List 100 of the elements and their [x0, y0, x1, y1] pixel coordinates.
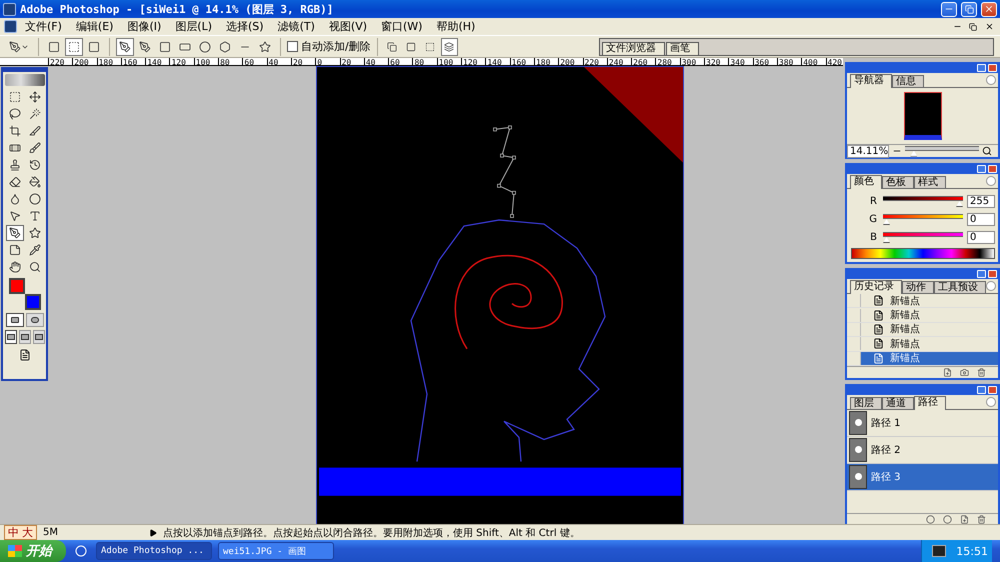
panel-tab[interactable]: 工具预设	[934, 281, 986, 293]
path-item[interactable]: 路径 1	[847, 410, 998, 437]
panel-tab[interactable]: 路径	[914, 396, 946, 410]
panel-tab[interactable]: 导航器	[850, 74, 892, 88]
circle-icon[interactable]	[943, 514, 952, 524]
value-field[interactable]: 0	[967, 231, 995, 244]
background-color-swatch[interactable]	[24, 294, 40, 310]
ruler-label: 140	[145, 58, 170, 65]
menu-item[interactable]: 文件(F)	[19, 19, 68, 34]
minimize-button[interactable]	[977, 64, 986, 72]
taskbar-task[interactable]: Adobe Photoshop ...	[96, 542, 212, 560]
close-button[interactable]	[988, 386, 997, 394]
history-item[interactable]: 新锚点	[847, 352, 998, 366]
stamp-icon	[8, 159, 20, 171]
zoom-in-icon[interactable]	[982, 146, 992, 156]
auto-add-checkbox[interactable]: 自动添加/删除	[287, 39, 371, 54]
value-field[interactable]: 0	[967, 213, 995, 226]
droplet-icon	[8, 193, 20, 205]
slider-thumb[interactable]	[956, 201, 963, 207]
mask-mode-button[interactable]	[6, 313, 24, 327]
ime-button[interactable]: 大	[22, 525, 33, 540]
menu-item[interactable]: 图像(I)	[121, 19, 168, 34]
menu-item[interactable]: 选择(S)	[220, 19, 270, 34]
trash-icon[interactable]	[977, 368, 986, 377]
zoom-icon	[28, 261, 40, 273]
ruler-label: 220	[48, 58, 72, 65]
ruler-label: 20	[340, 58, 364, 65]
text-tool-icon	[28, 210, 40, 222]
panel-menu-button[interactable]	[986, 396, 996, 407]
menu-item[interactable]: 编辑(E)	[70, 19, 120, 34]
knife-icon	[28, 125, 40, 137]
panel-tab[interactable]: 颜色	[850, 175, 882, 189]
ruler-label: 360	[752, 58, 777, 65]
path-operation-button[interactable]	[440, 38, 458, 56]
eraser-icon	[8, 176, 20, 188]
ime-button[interactable]: 中	[8, 525, 19, 540]
panel-tab[interactable]: 信息	[892, 75, 924, 87]
tray-icon[interactable]	[932, 545, 946, 557]
palette-well-tab[interactable]: 画笔	[666, 42, 699, 54]
navigator-thumbnail	[904, 92, 942, 140]
panel-tab[interactable]: 样式	[914, 176, 946, 188]
slider-thumb[interactable]	[883, 237, 890, 243]
color-spectrum[interactable]	[851, 248, 995, 259]
menu-item[interactable]: 视图(V)	[322, 19, 374, 34]
eyedropper-icon	[28, 244, 40, 256]
history-item[interactable]: 新锚点	[847, 308, 998, 323]
screen-mode-button[interactable]	[18, 330, 30, 344]
minimize-button[interactable]	[941, 2, 957, 16]
circle-icon[interactable]	[926, 514, 935, 524]
dashed-square-icon	[68, 40, 80, 52]
screen-mode-button[interactable]	[32, 330, 44, 344]
slider-thumb[interactable]	[883, 219, 890, 225]
panel-tab[interactable]: 通道	[882, 396, 914, 409]
panel-menu-button[interactable]	[986, 75, 996, 85]
mask-mode-button[interactable]	[26, 313, 44, 327]
path-thumbnail	[849, 410, 867, 435]
mode-button[interactable]	[65, 38, 83, 56]
panel-tab[interactable]: 动作	[902, 281, 934, 293]
star-icon	[28, 227, 40, 239]
minimize-button[interactable]	[977, 165, 986, 173]
minimize-button[interactable]	[977, 270, 986, 278]
panel-menu-button[interactable]	[986, 176, 996, 186]
menu-item[interactable]: 滤镜(T)	[272, 19, 321, 34]
tool-button[interactable]	[6, 225, 24, 241]
zoom-field[interactable]: 14.11%	[847, 144, 889, 158]
menu-item[interactable]: 帮助(H)	[430, 19, 482, 34]
document-icon	[873, 338, 884, 350]
new-path-icon[interactable]	[960, 514, 969, 524]
minimize-button[interactable]	[977, 386, 986, 394]
panel-tab[interactable]: 历史记录	[850, 280, 902, 294]
restore-button[interactable]	[961, 2, 977, 16]
path-item[interactable]: 路径 3	[847, 464, 998, 491]
history-item[interactable]: 新锚点	[847, 337, 998, 352]
channel-label: R	[869, 196, 878, 207]
pen-icon	[8, 227, 20, 239]
screen-mode-button[interactable]	[4, 330, 16, 344]
ruler-label: 160	[120, 58, 146, 65]
ruler-label: 40	[266, 58, 291, 65]
menu-item[interactable]: 窗口(W)	[375, 19, 428, 34]
trash-icon[interactable]	[977, 514, 986, 524]
app-logo-icon	[3, 2, 16, 16]
camera-icon[interactable]	[960, 368, 969, 377]
play-icon[interactable]	[149, 528, 157, 536]
palette-well-tab[interactable]: 文件浏览器	[602, 42, 665, 54]
panel-tab[interactable]: 色板	[882, 176, 914, 188]
new-document-icon[interactable]	[943, 368, 952, 377]
panel-menu-button[interactable]	[986, 281, 996, 291]
taskbar-task[interactable]: wei51.JPG - 画图	[218, 542, 334, 560]
panel-tab[interactable]: 图层	[850, 396, 882, 409]
foreground-color-swatch[interactable]	[8, 278, 24, 294]
shape-tool-button[interactable]	[116, 38, 134, 56]
ruler-label: 120	[169, 58, 194, 65]
slider-thumb[interactable]	[910, 150, 918, 156]
close-button[interactable]	[981, 2, 997, 16]
value-field[interactable]: 255	[967, 195, 995, 208]
menu-item[interactable]: 图层(L)	[169, 19, 218, 34]
ruler-label: 40	[364, 58, 388, 65]
history-item[interactable]: 新锚点	[847, 294, 998, 308]
history-item[interactable]: 新锚点	[847, 322, 998, 338]
path-item[interactable]: 路径 2	[847, 436, 998, 464]
